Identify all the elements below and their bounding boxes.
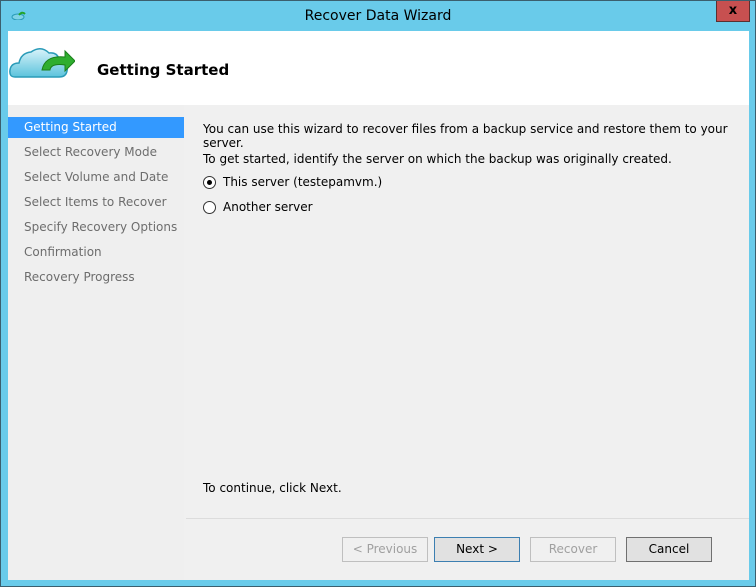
step-getting-started[interactable]: Getting Started <box>8 117 184 138</box>
this-server-label: This server (testepamvm.) <box>223 175 383 189</box>
step-recovery-progress[interactable]: Recovery Progress <box>8 267 184 292</box>
continue-text: To continue, click Next. <box>203 481 342 495</box>
wizard-header: Getting Started <box>8 31 749 105</box>
cloud-recover-icon <box>9 48 75 78</box>
wizard-window: Recover Data Wizard x Getting Started Ge… <box>0 0 756 587</box>
next-button[interactable]: Next > <box>434 537 520 562</box>
close-button[interactable]: x <box>716 1 750 22</box>
cancel-button[interactable]: Cancel <box>626 537 712 562</box>
divider <box>186 518 749 519</box>
previous-button[interactable]: < Previous <box>342 537 428 562</box>
page-title: Getting Started <box>97 61 230 79</box>
recover-button[interactable]: Recover <box>530 537 616 562</box>
intro-text: You can use this wizard to recover files… <box>203 122 728 150</box>
this-server-radio[interactable]: This server (testepamvm.) <box>203 175 382 189</box>
step-select-recovery-mode[interactable]: Select Recovery Mode <box>8 142 184 167</box>
prompt-text: To get started, identify the server on w… <box>203 152 672 166</box>
step-recovery-options[interactable]: Specify Recovery Options <box>8 217 184 242</box>
step-select-items[interactable]: Select Items to Recover <box>8 192 184 217</box>
main-panel: You can use this wizard to recover files… <box>186 105 749 580</box>
title-bar[interactable]: Recover Data Wizard x <box>1 1 755 31</box>
steps-sidebar: Getting Started Select Recovery Mode Sel… <box>8 105 184 580</box>
window-title: Recover Data Wizard <box>304 8 452 24</box>
radio-indicator <box>203 200 216 214</box>
another-server-label: Another server <box>223 200 313 214</box>
radio-indicator <box>203 175 216 189</box>
step-select-volume-and-date[interactable]: Select Volume and Date <box>8 167 184 192</box>
step-confirmation[interactable]: Confirmation <box>8 242 184 267</box>
client-area: Getting Started Getting Started Select R… <box>8 31 749 580</box>
another-server-radio[interactable]: Another server <box>203 200 313 214</box>
